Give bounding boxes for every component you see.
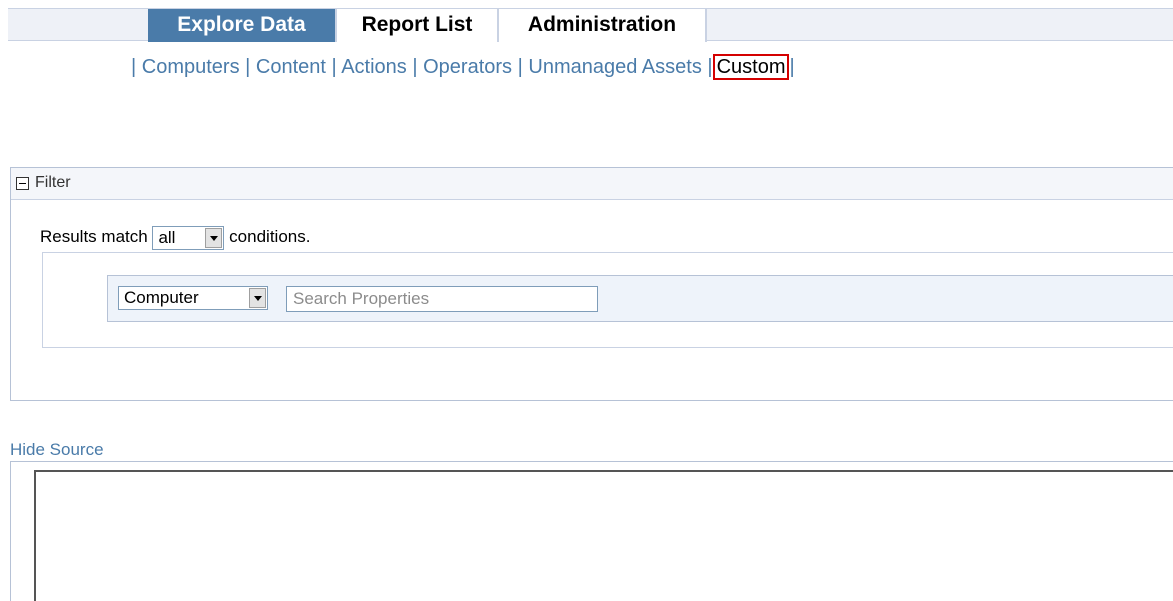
nav-link-computers[interactable]: Computers xyxy=(142,56,240,78)
chevron-down-icon[interactable] xyxy=(205,227,223,248)
results-match-label: Results match xyxy=(40,227,148,246)
conditions-label: conditions. xyxy=(229,227,311,246)
filter-header: Filter xyxy=(11,168,1173,200)
nav-separator: | xyxy=(517,56,523,78)
nav-separator: | xyxy=(331,56,337,78)
nav-link-unmanaged-assets[interactable]: Unmanaged Assets xyxy=(528,56,701,78)
sub-navigation: | Computers | Content | Actions | Operat… xyxy=(131,54,795,82)
hide-source-link[interactable]: Hide Source xyxy=(10,440,104,460)
source-textarea[interactable] xyxy=(34,470,1173,601)
source-panel xyxy=(10,461,1173,601)
nav-link-content[interactable]: Content xyxy=(256,56,326,78)
match-mode-value: all xyxy=(158,227,176,247)
nav-separator: | xyxy=(412,56,418,78)
search-properties-input[interactable] xyxy=(286,286,598,312)
nav-link-operators[interactable]: Operators xyxy=(423,56,512,78)
object-type-select[interactable]: Computer xyxy=(118,286,268,310)
match-mode-select[interactable]: all xyxy=(152,225,225,250)
nav-separator: | xyxy=(245,56,251,78)
nav-separator: | xyxy=(131,56,137,78)
match-row: Results match all conditions. xyxy=(40,224,310,250)
condition-row: Computer xyxy=(107,275,1173,322)
nav-link-actions[interactable]: Actions xyxy=(341,56,407,78)
object-type-value: Computer xyxy=(124,288,199,307)
nav-separator: | xyxy=(789,56,795,78)
filter-title: Filter xyxy=(35,174,71,191)
chevron-down-icon[interactable] xyxy=(249,288,266,308)
tab-administration[interactable]: Administration xyxy=(497,9,707,42)
conditions-box: Computer xyxy=(42,252,1173,348)
main-tab-bar: Explore Data Report List Administration xyxy=(8,8,1173,42)
tab-explore-data[interactable]: Explore Data xyxy=(148,9,335,42)
tab-report-list[interactable]: Report List xyxy=(335,9,499,42)
nav-link-custom[interactable]: Custom xyxy=(712,54,790,80)
minus-box-icon[interactable] xyxy=(16,177,29,190)
filter-panel: Filter Results match all conditions. Com… xyxy=(10,167,1173,401)
nav-separator: | xyxy=(707,56,713,78)
page: Explore Data Report List Administration … xyxy=(0,0,1173,601)
